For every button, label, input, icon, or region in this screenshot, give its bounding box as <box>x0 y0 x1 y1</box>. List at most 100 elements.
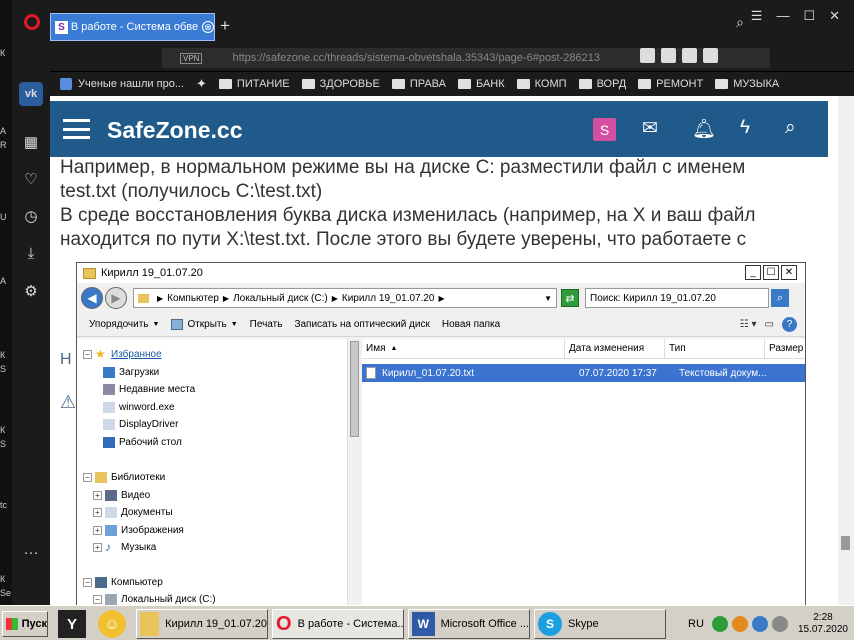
scrollbar-thumb[interactable] <box>841 536 850 550</box>
collapse-icon[interactable]: − <box>83 578 92 587</box>
new-tab-button[interactable]: + <box>220 16 230 36</box>
column-header-type[interactable]: Тип <box>665 339 765 358</box>
back-button[interactable]: ◀ <box>81 287 103 309</box>
shield-icon[interactable] <box>682 48 697 63</box>
bell-icon[interactable]: 🔔︎ <box>692 117 716 141</box>
search-icon[interactable]: ⌕ <box>785 117 796 139</box>
settings-icon[interactable]: ⚙ <box>19 279 43 303</box>
column-header-name[interactable]: Имя ▲ <box>362 339 565 358</box>
tab-active[interactable]: S В работе - Система обветшала ⊗ <box>50 13 215 41</box>
refresh-icon[interactable]: ⇄ <box>561 289 579 307</box>
easy-setup-icon[interactable]: ☰ <box>751 8 763 24</box>
column-header-date[interactable]: Дата изменения <box>565 339 665 358</box>
breadcrumb-item[interactable]: Кирилл 19_01.07.20 <box>342 293 435 304</box>
expand-icon[interactable]: + <box>93 543 102 552</box>
url-text[interactable]: https://safezone.cc/threads/sistema-obve… <box>232 52 600 64</box>
opera-logo-icon[interactable] <box>24 14 40 30</box>
tray-app-icon[interactable] <box>751 616 768 632</box>
close-button[interactable]: ✕ <box>781 265 797 280</box>
menu-icon[interactable] <box>63 119 90 139</box>
tree-item-computer[interactable]: − Компьютер <box>83 577 163 588</box>
search-icon[interactable]: ⌕ <box>771 289 789 307</box>
maximize-button[interactable]: ☐ <box>763 265 779 280</box>
expand-icon[interactable]: + <box>93 526 102 535</box>
print-button[interactable]: Печать <box>250 319 283 330</box>
bookmark-item[interactable]: Ученые нашли про... <box>60 78 184 90</box>
tree-item[interactable]: − Локальный диск (C:) <box>93 594 216 605</box>
sparkle-icon[interactable]: ✦ <box>196 76 207 92</box>
taskbar-item-skype[interactable]: S Skype <box>534 609 666 639</box>
scrollbar-thumb[interactable] <box>350 341 359 437</box>
more-icon[interactable]: ··· <box>19 540 43 564</box>
new-folder-button[interactable]: Новая папка <box>442 319 500 330</box>
explorer-titlebar[interactable]: Кирилл 19_01.07.20 _ ☐ ✕ <box>77 263 805 283</box>
collapse-icon[interactable]: − <box>93 595 102 604</box>
open-button[interactable]: Открыть ▼ <box>171 319 238 330</box>
help-icon[interactable]: ? <box>782 317 797 332</box>
preview-pane-icon[interactable]: ▭ <box>765 319 774 330</box>
breadcrumb[interactable]: ▶ Компьютер ▶ Локальный диск (C:) ▶ Кири… <box>133 288 557 308</box>
site-logo[interactable]: SafeZone.cc <box>107 117 243 144</box>
tree-item[interactable]: Рабочий стол <box>103 437 182 448</box>
speed-dial-icon[interactable]: ▦ <box>19 130 43 154</box>
chevron-down-icon[interactable]: ▼ <box>544 294 552 303</box>
tree-item[interactable]: + Документы <box>93 507 173 518</box>
avatar[interactable]: S <box>593 118 616 141</box>
bookmark-folder[interactable]: ВОРД <box>578 78 626 90</box>
tree-item[interactable]: winword.exe <box>103 402 175 413</box>
heart-bookmark-icon[interactable] <box>703 48 718 63</box>
tab-search-icon[interactable]: ⌕ <box>736 14 744 31</box>
tree-item-favorites[interactable]: − ★ Избранное <box>83 348 162 360</box>
chevron-right-icon[interactable]: ▶ <box>439 294 445 303</box>
view-mode-icon[interactable]: ☷ ▾ <box>740 319 757 330</box>
clock[interactable]: 2:28 15.07.2020 <box>798 612 848 636</box>
table-row[interactable]: Кирилл_01.07.20.txt 07.07.2020 17:37 Тек… <box>362 364 805 382</box>
search-input[interactable]: Поиск: Кирилл 19_01.07.20 <box>585 288 769 308</box>
bookmark-folder[interactable]: РЕМОНТ <box>638 78 703 90</box>
history-icon[interactable]: ◷ <box>19 204 43 228</box>
yandex-icon[interactable]: Y <box>58 610 86 638</box>
bookmark-folder[interactable]: ПИТАНИЕ <box>218 78 290 90</box>
breadcrumb-item[interactable]: Компьютер <box>167 293 219 304</box>
volume-icon[interactable] <box>771 616 788 632</box>
tree-scrollbar[interactable] <box>347 339 361 611</box>
tab-close-icon[interactable]: ⊗ <box>202 21 214 33</box>
tree-item[interactable]: Загрузки <box>103 367 159 378</box>
taskbar-item-word[interactable]: W Microsoft Office ... <box>408 609 530 639</box>
chevron-right-icon[interactable]: ▶ <box>223 294 229 303</box>
downloads-icon[interactable]: ⤓ <box>19 241 43 265</box>
bookmark-folder[interactable]: БАНК <box>457 78 505 90</box>
burn-button[interactable]: Записать на оптический диск <box>294 319 429 330</box>
forward-button[interactable]: ▶ <box>105 287 127 309</box>
vpn-badge[interactable]: VPN <box>180 52 203 64</box>
camera-icon[interactable] <box>661 48 676 63</box>
tree-item[interactable]: + ♪ Музыка <box>93 541 156 553</box>
expand-icon[interactable]: + <box>93 491 102 500</box>
language-indicator[interactable]: RU <box>688 618 704 630</box>
vk-icon[interactable]: vk <box>19 82 43 106</box>
tray-app-icon[interactable] <box>731 616 748 632</box>
expand-icon[interactable]: + <box>93 508 102 517</box>
taskbar-item-explorer[interactable]: Кирилл 19_01.07.20 <box>136 609 268 639</box>
snapshot-icon[interactable] <box>640 48 655 63</box>
close-button[interactable]: ✕ <box>829 8 840 24</box>
mail-icon[interactable]: ✉ <box>642 117 658 140</box>
tree-item-libraries[interactable]: − Библиотеки <box>83 472 165 483</box>
app-icon[interactable]: ☺ <box>98 610 126 638</box>
tree-item[interactable]: DisplayDriver <box>103 419 178 430</box>
tree-item[interactable]: Недавние места <box>103 384 195 395</box>
minimize-button[interactable]: — <box>776 8 789 24</box>
column-header-size[interactable]: Размер <box>765 339 805 358</box>
bookmark-folder[interactable]: КОМП <box>516 78 567 90</box>
chevron-right-icon[interactable]: ▶ <box>332 294 338 303</box>
lightning-icon[interactable]: ϟ <box>740 117 750 139</box>
bookmark-folder[interactable]: ЗДОРОВЬЕ <box>301 78 380 90</box>
taskbar-item-opera[interactable]: O В работе - Система... <box>272 609 404 639</box>
breadcrumb-item[interactable]: Локальный диск (C:) <box>233 293 328 304</box>
tray-app-icon[interactable] <box>711 616 728 632</box>
bookmark-folder[interactable]: ПРАВА <box>391 78 446 90</box>
collapse-icon[interactable]: − <box>83 473 92 482</box>
tree-item[interactable]: + Видео <box>93 490 150 501</box>
chevron-right-icon[interactable]: ▶ <box>157 294 163 303</box>
heart-icon[interactable]: ♡ <box>19 167 43 191</box>
